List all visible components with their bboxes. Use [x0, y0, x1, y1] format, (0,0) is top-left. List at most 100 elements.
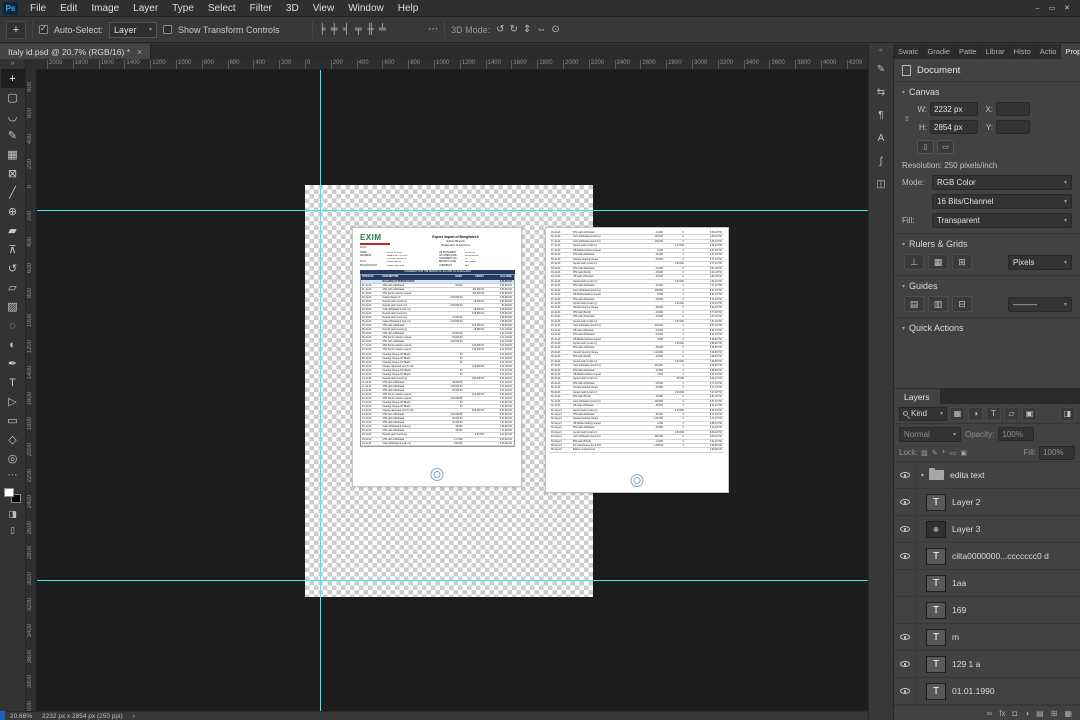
layer-filter-kind-dropdown[interactable]: Kind [899, 406, 947, 421]
guide-button-0[interactable]: ▤ [904, 296, 924, 312]
brush-tool[interactable]: ▰ [1, 221, 25, 240]
layer-row-01-01-1990[interactable]: T 01.01.1990 [894, 678, 1080, 705]
more-options-icon[interactable]: ⋯ [428, 24, 438, 35]
dock-panel-icon-4[interactable]: ʃ [870, 151, 892, 171]
panel-tab-properties[interactable]: Properties [1061, 44, 1080, 59]
3d-mode-icon-0[interactable]: ↺ [496, 24, 504, 35]
foreground-color-swatch[interactable] [4, 488, 14, 497]
statement-page-1[interactable]: EXIM BANK Export Import of Bangladesh Sy… [352, 227, 522, 487]
3d-mode-icon-2[interactable]: ⇕ [523, 24, 531, 35]
layer-row-layer-2[interactable]: T Layer 2 [894, 489, 1080, 516]
panel-tab-swatc[interactable]: Swatc [894, 44, 924, 59]
window-control-2[interactable]: ✕ [1064, 4, 1070, 12]
layers-bottom-icon-6[interactable]: ▦ [1064, 709, 1072, 718]
menu-item-help[interactable]: Help [391, 0, 426, 17]
window-control-0[interactable]: ‒ [1036, 5, 1040, 12]
layers-bottom-icon-0[interactable]: ∞ [987, 709, 993, 718]
dock-panel-icon-1[interactable]: ⇆ [870, 82, 892, 102]
lasso-tool[interactable]: ◡ [1, 107, 25, 126]
layer-visibility-toggle[interactable] [894, 624, 916, 650]
layer-visibility-toggle[interactable] [894, 462, 916, 488]
layer-visibility-toggle[interactable] [894, 597, 916, 623]
menu-item-type[interactable]: Type [165, 0, 201, 17]
layer-fill-field[interactable]: 100% [1039, 445, 1075, 460]
text-layer-thumbnail[interactable]: T [926, 682, 946, 700]
menu-item-edit[interactable]: Edit [53, 0, 84, 17]
opacity-field[interactable]: 100% [998, 427, 1035, 441]
layer-filter-button-3[interactable]: ▱ [1004, 406, 1019, 421]
dock-panel-icon-0[interactable]: ✎ [870, 59, 892, 79]
guide-button-2[interactable]: ⊟ [952, 296, 972, 312]
auto-select-checkbox[interactable] [39, 24, 48, 34]
eyedropper-tool[interactable]: ╱ [1, 183, 25, 202]
lock-button-2[interactable]: + [942, 449, 946, 457]
layer-thumbnail[interactable] [926, 520, 946, 538]
hand-tool[interactable]: ◇ [1, 430, 25, 449]
move-tool[interactable]: + [0, 69, 25, 88]
clone-stamp-tool[interactable]: ⊼ [1, 240, 25, 259]
align-icon-0[interactable]: ╞ [319, 24, 326, 35]
tab-layers[interactable]: Layers [894, 389, 940, 404]
lock-button-1[interactable]: ✎ [932, 449, 938, 457]
show-transform-checkbox[interactable] [163, 25, 173, 34]
guide-style-dropdown[interactable]: ——— [1008, 296, 1072, 312]
panel-tab-actio[interactable]: Actio [1036, 44, 1062, 59]
text-layer-thumbnail[interactable]: T [926, 547, 946, 565]
align-icon-2[interactable]: ╡ [343, 24, 350, 35]
layer-visibility-toggle[interactable] [894, 543, 916, 569]
dodge-tool[interactable]: ◐ [1, 335, 25, 354]
layer-filter-button-1[interactable]: ◑ [968, 406, 983, 421]
3d-mode-icon-1[interactable]: ↻ [510, 24, 518, 35]
blend-mode-dropdown[interactable]: Normal [899, 426, 961, 442]
menu-item-layer[interactable]: Layer [126, 0, 165, 17]
align-icon-4[interactable]: ╫ [367, 24, 374, 35]
color-mode-dropdown[interactable]: RGB Color [932, 175, 1072, 190]
menu-item-filter[interactable]: Filter [243, 0, 279, 17]
layer-row-layer-3[interactable]: Layer 3 [894, 516, 1080, 543]
history-brush-tool[interactable]: ↺ [1, 259, 25, 278]
lock-button-4[interactable]: ▣ [960, 449, 967, 457]
text-layer-thumbnail[interactable]: T [926, 601, 946, 619]
text-layer-thumbnail[interactable]: T [926, 628, 946, 646]
lock-button-3[interactable]: ▭ [950, 449, 957, 457]
height-field[interactable]: 2854 px [930, 120, 978, 134]
layer-visibility-toggle[interactable] [894, 678, 916, 704]
ruler-units-dropdown[interactable]: Pixels [1008, 254, 1072, 270]
zoom-tool[interactable]: ◎ [1, 449, 25, 468]
ruler-grid-button-0[interactable]: ⊥ [904, 254, 924, 270]
layers-bottom-icon-4[interactable]: ▤ [1036, 709, 1044, 718]
layer-row-m[interactable]: Tm [894, 624, 1080, 651]
quick-selection-tool[interactable]: ✎ [1, 126, 25, 145]
x-field[interactable] [996, 102, 1030, 116]
dock-panel-icon-3[interactable]: A [870, 128, 892, 148]
marquee-tool[interactable]: ▢ [1, 88, 25, 107]
layer-filter-button-0[interactable]: ▦ [950, 406, 965, 421]
orientation-portrait-button[interactable]: ▯ [917, 140, 934, 154]
horizontal-guide[interactable] [37, 210, 868, 211]
3d-mode-icon-3[interactable]: ⇔ [536, 24, 546, 35]
width-field[interactable]: 2232 px [930, 102, 978, 116]
screen-mode-button[interactable]: ▯ [1, 522, 25, 538]
text-layer-thumbnail[interactable]: T [926, 574, 946, 592]
path-selection-tool[interactable]: ▷ [1, 392, 25, 411]
layer-filter-button-2[interactable]: T [986, 406, 1001, 421]
menu-item-image[interactable]: Image [84, 0, 126, 17]
layers-bottom-icon-2[interactable]: ◘ [1012, 709, 1017, 718]
menu-item-select[interactable]: Select [201, 0, 243, 17]
align-icon-3[interactable]: ╤ [355, 24, 362, 35]
vertical-ruler[interactable]: 800 600 400 200 0 200 400 600 800 1000 1200 1400 160… [26, 70, 37, 711]
layer-visibility-toggle[interactable] [894, 516, 916, 542]
dock-panel-icon-2[interactable]: ¶ [870, 105, 892, 125]
guide-button-1[interactable]: ▥ [928, 296, 948, 312]
frame-tool[interactable]: ⊠ [1, 164, 25, 183]
toolbar-collapse-icon[interactable]: » [11, 59, 15, 69]
filter-toggle-button[interactable]: ◨ [1060, 406, 1075, 421]
layer-visibility-toggle[interactable] [894, 489, 916, 515]
layers-bottom-icon-1[interactable]: fx [999, 709, 1005, 718]
panel-tab-librar[interactable]: Librar [981, 44, 1010, 59]
group-expand-chevron-icon[interactable]: ▾ [921, 472, 924, 479]
ruler-origin-corner[interactable] [26, 59, 37, 70]
menu-item-file[interactable]: File [23, 0, 53, 17]
orientation-landscape-button[interactable]: ▭ [937, 140, 954, 154]
zoom-level-field[interactable]: 20.66% [10, 713, 32, 720]
